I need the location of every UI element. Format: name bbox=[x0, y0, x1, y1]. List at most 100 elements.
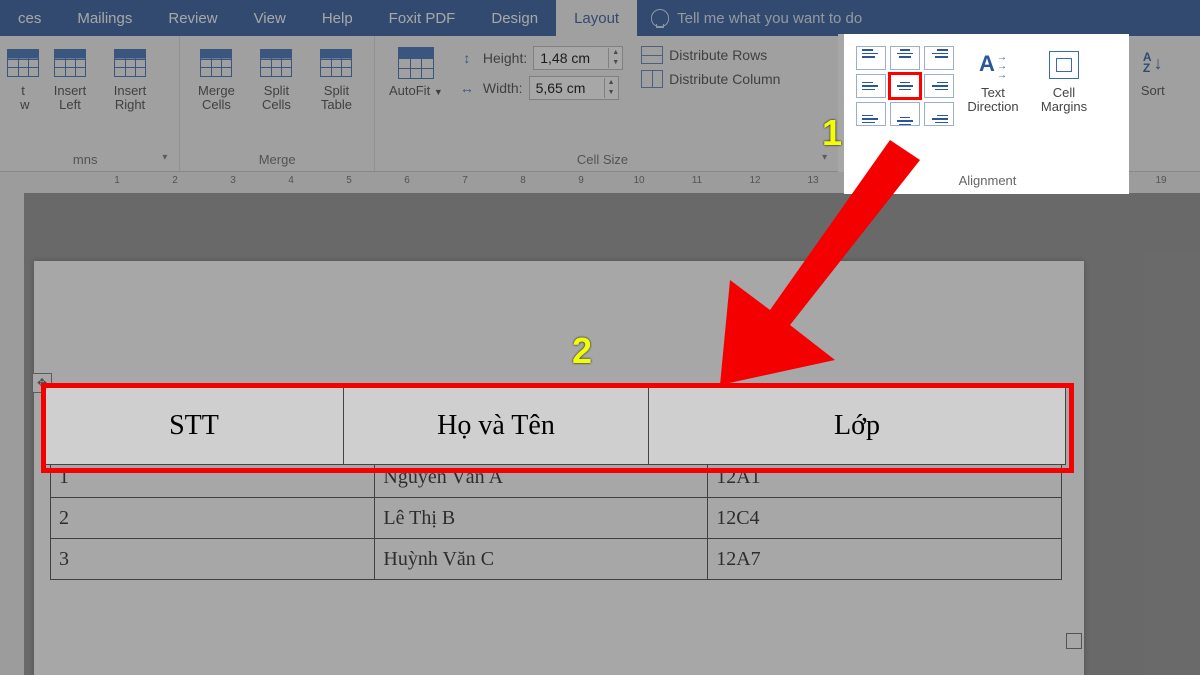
tab-view[interactable]: View bbox=[236, 0, 304, 36]
align-middle-left-button[interactable] bbox=[848, 72, 878, 96]
lightbulb-icon bbox=[651, 9, 669, 27]
autofit-button[interactable]: AutoFit ▼ bbox=[383, 44, 449, 99]
group-merge-label: Merge bbox=[188, 149, 365, 171]
group-alignment-label: Alignment bbox=[848, 149, 1108, 171]
distribute-rows-icon bbox=[641, 46, 663, 64]
tab-mailings[interactable]: Mailings bbox=[59, 0, 150, 36]
sort-button[interactable]: AZ↓ Sort bbox=[1125, 44, 1181, 98]
spinner-up-icon[interactable]: ▲ bbox=[605, 78, 618, 88]
group-rows-columns: t w Insert Left Insert Right mns ▾ bbox=[0, 36, 180, 171]
width-input[interactable] bbox=[530, 78, 604, 98]
distribute-rows-label: Distribute Rows bbox=[669, 47, 767, 63]
width-label: Width: bbox=[483, 80, 523, 96]
tab-review[interactable]: Review bbox=[150, 0, 235, 36]
group-cell-size: AutoFit ▼ ↕ Height: ▲▼ ↔ Width: bbox=[375, 36, 840, 171]
alignment-grid bbox=[848, 44, 946, 124]
tab-layout[interactable]: Layout bbox=[556, 0, 637, 36]
document-table[interactable]: STT Họ và Tên Lớp 1Nguyễn Văn A12A12Lê T… bbox=[50, 391, 1062, 580]
autofit-label: AutoFit bbox=[389, 83, 430, 98]
table-cell[interactable]: 3 bbox=[51, 539, 375, 580]
insert-above-button[interactable]: t w bbox=[8, 44, 38, 112]
chevron-down-icon: ▼ bbox=[434, 87, 443, 97]
split-cells-label: Split Cells bbox=[262, 84, 291, 112]
tab-help[interactable]: Help bbox=[304, 0, 371, 36]
annotation-1: 1 bbox=[822, 112, 842, 154]
table-cell[interactable]: 2 bbox=[51, 498, 375, 539]
align-top-right-button[interactable] bbox=[916, 44, 946, 68]
tell-me-label: Tell me what you want to do bbox=[677, 10, 862, 27]
align-top-left-button[interactable] bbox=[848, 44, 878, 68]
merge-cells-label: Merge Cells bbox=[198, 84, 235, 112]
table-cell[interactable]: 12C4 bbox=[708, 498, 1062, 539]
distribute-columns-button[interactable]: Distribute Column bbox=[641, 70, 780, 88]
tab-references[interactable]: ces bbox=[0, 0, 59, 36]
table-resize-handle[interactable] bbox=[1066, 633, 1082, 649]
spinner-down-icon[interactable]: ▼ bbox=[609, 58, 622, 68]
spinner-up-icon[interactable]: ▲ bbox=[609, 48, 622, 58]
table-row[interactable]: 2Lê Thị B12C4 bbox=[51, 498, 1062, 539]
annotation-2: 2 bbox=[572, 330, 592, 372]
ruler-numbers: 12345678910111213141516171819 bbox=[30, 175, 1200, 186]
text-direction-icon: A→→→ bbox=[971, 49, 999, 78]
height-spinner[interactable]: ▲▼ bbox=[533, 46, 623, 70]
align-bottom-right-button[interactable] bbox=[916, 100, 946, 124]
group-merge: Merge Cells Split Cells Split Table Merg… bbox=[180, 36, 374, 171]
ribbon-tabs: ces Mailings Review View Help Foxit PDF … bbox=[0, 0, 1200, 36]
align-bottom-center-button[interactable] bbox=[882, 100, 912, 124]
table-row[interactable]: 3Huỳnh Văn C12A7 bbox=[51, 539, 1062, 580]
tab-foxitpdf[interactable]: Foxit PDF bbox=[371, 0, 474, 36]
align-bottom-left-button[interactable] bbox=[848, 100, 878, 124]
insert-above-label: t w bbox=[17, 84, 30, 112]
align-top-center-button[interactable] bbox=[882, 44, 912, 68]
table-cell[interactable]: 12A7 bbox=[708, 539, 1062, 580]
header-name[interactable]: Họ và Tên bbox=[375, 392, 708, 457]
height-input[interactable] bbox=[534, 48, 608, 68]
group-cell-size-label: Cell Size bbox=[577, 152, 628, 167]
split-table-button[interactable]: Split Table bbox=[308, 44, 364, 112]
table-cell[interactable]: Lê Thị B bbox=[375, 498, 708, 539]
distribute-rows-button[interactable]: Distribute Rows bbox=[641, 46, 780, 64]
column-width-icon: ↔ bbox=[457, 80, 477, 96]
horizontal-ruler[interactable]: 12345678910111213141516171819 bbox=[0, 172, 1200, 195]
document-area[interactable]: ✥ STT Họ và Tên Lớp 1Nguyễn Văn A12A12Lê… bbox=[24, 193, 1200, 675]
sort-label: Sort bbox=[1141, 84, 1165, 98]
width-spinner[interactable]: ▲▼ bbox=[529, 76, 619, 100]
distribute-columns-label: Distribute Column bbox=[669, 71, 780, 87]
insert-right-label: Insert Right bbox=[114, 84, 147, 112]
table-cell[interactable]: 1 bbox=[51, 457, 375, 498]
cell-margins-button[interactable]: Cell Margins bbox=[1024, 44, 1088, 112]
table-cell[interactable]: 12A1 bbox=[708, 457, 1062, 498]
group-rows-columns-label: mns bbox=[73, 152, 98, 167]
table-header-row[interactable]: STT Họ và Tên Lớp bbox=[51, 392, 1062, 457]
vertical-ruler[interactable] bbox=[0, 193, 25, 675]
spinner-down-icon[interactable]: ▼ bbox=[605, 88, 618, 98]
merge-cells-button[interactable]: Merge Cells bbox=[188, 44, 244, 112]
page: ✥ STT Họ và Tên Lớp 1Nguyễn Văn A12A12Lê… bbox=[34, 261, 1084, 675]
split-cells-button[interactable]: Split Cells bbox=[248, 44, 304, 112]
align-middle-center-button[interactable] bbox=[882, 72, 912, 96]
group-data: AZ↓ Sort bbox=[1117, 36, 1200, 171]
table-cell[interactable]: Huỳnh Văn C bbox=[375, 539, 708, 580]
cell-margins-icon bbox=[1041, 49, 1071, 77]
sort-icon: AZ↓ bbox=[1143, 52, 1163, 74]
header-stt[interactable]: STT bbox=[51, 392, 375, 457]
table-row[interactable]: 1Nguyễn Văn A12A1 bbox=[51, 457, 1062, 498]
height-label: Height: bbox=[483, 50, 527, 66]
ribbon: t w Insert Left Insert Right mns ▾ Merge … bbox=[0, 36, 1200, 172]
distribute-columns-icon bbox=[641, 70, 663, 88]
tell-me-search[interactable]: Tell me what you want to do bbox=[651, 9, 862, 27]
text-direction-button[interactable]: A→→→ Text Direction bbox=[950, 44, 1020, 112]
tab-design[interactable]: Design bbox=[473, 0, 556, 36]
group-alignment: A→→→ Text Direction Cell Margins Alignme… bbox=[840, 36, 1117, 171]
insert-right-button[interactable]: Insert Right bbox=[102, 44, 158, 112]
dialog-launcher-icon[interactable]: ▾ bbox=[162, 152, 167, 163]
header-class[interactable]: Lớp bbox=[708, 392, 1062, 457]
align-middle-right-button[interactable] bbox=[916, 72, 946, 96]
insert-left-button[interactable]: Insert Left bbox=[42, 44, 98, 112]
table-cell[interactable]: Nguyễn Văn A bbox=[375, 457, 708, 498]
text-direction-label: Text Direction bbox=[959, 84, 1010, 112]
insert-left-label: Insert Left bbox=[54, 84, 87, 112]
row-height-icon: ↕ bbox=[457, 50, 477, 66]
cell-margins-label: Cell Margins bbox=[1033, 84, 1079, 112]
table-move-handle[interactable]: ✥ bbox=[32, 373, 52, 393]
